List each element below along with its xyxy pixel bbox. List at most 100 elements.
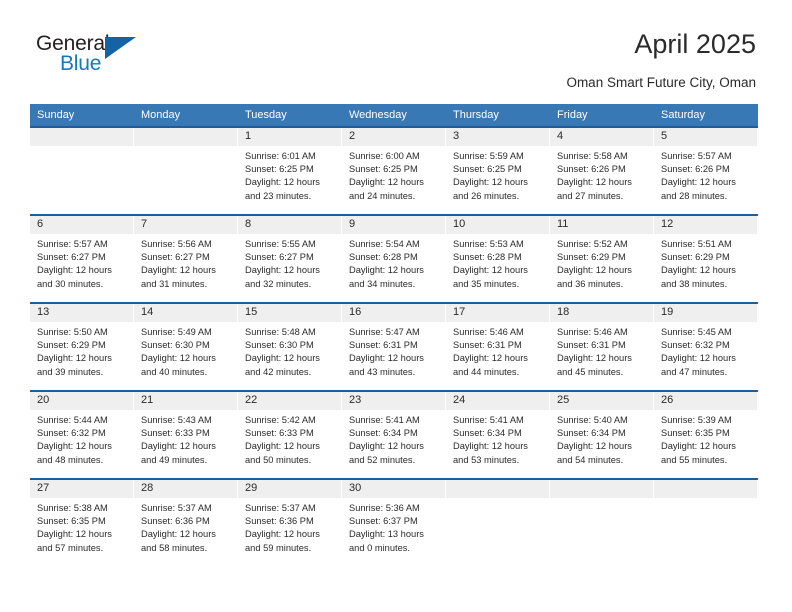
sunset-time: Sunset: 6:31 PM bbox=[349, 340, 418, 351]
weekday-header-saturday: Saturday bbox=[661, 109, 706, 121]
daylight-duration-line1: Daylight: 12 hours bbox=[37, 353, 112, 364]
sunset-time: Sunset: 6:26 PM bbox=[557, 164, 626, 175]
daylight-duration-line1: Daylight: 12 hours bbox=[349, 353, 424, 364]
sunrise-time: Sunrise: 5:49 AM bbox=[141, 327, 212, 337]
day-number: 30 bbox=[342, 480, 445, 498]
calendar-day-cell[interactable]: 14 Sunrise: 5:49 AM Sunset: 6:30 PM Dayligh… bbox=[134, 304, 238, 390]
sunset-time: Sunset: 6:37 PM bbox=[349, 516, 418, 527]
sunset-time: Sunset: 6:34 PM bbox=[453, 428, 522, 439]
daylight-duration-line2: and 49 minutes. bbox=[141, 454, 208, 465]
calendar-day-cell[interactable]: 20 Sunrise: 5:44 AM Sunset: 6:32 PM Dayligh… bbox=[30, 392, 134, 478]
calendar-week-row: 13 Sunrise: 5:50 AM Sunset: 6:29 PM Dayligh… bbox=[30, 302, 758, 390]
calendar-day-cell[interactable]: 5 Sunrise: 5:57 AM Sunset: 6:26 PM Daylight… bbox=[654, 128, 758, 214]
sunset-time: Sunset: 6:26 PM bbox=[661, 164, 730, 175]
sun-info: Sunrise: 5:53 AM Sunset: 6:28 PM Daylight:… bbox=[446, 234, 549, 291]
day-number: 7 bbox=[134, 216, 237, 234]
day-number: 11 bbox=[550, 216, 653, 234]
calendar-week-row: 27 Sunrise: 5:38 AM Sunset: 6:35 PM Dayligh… bbox=[30, 478, 758, 570]
day-number: 2 bbox=[342, 128, 445, 146]
calendar-day-cell[interactable]: 3 Sunrise: 5:59 AM Sunset: 6:25 PM Daylight… bbox=[446, 128, 550, 214]
calendar-day-cell[interactable]: 26 Sunrise: 5:39 AM Sunset: 6:35 PM Dayligh… bbox=[654, 392, 758, 478]
calendar-day-cell[interactable]: 18 Sunrise: 5:46 AM Sunset: 6:31 PM Dayligh… bbox=[550, 304, 654, 390]
sun-info: Sunrise: 5:54 AM Sunset: 6:28 PM Daylight:… bbox=[342, 234, 445, 291]
calendar-day-cell[interactable]: 27 Sunrise: 5:38 AM Sunset: 6:35 PM Dayligh… bbox=[30, 480, 134, 570]
calendar-day-cell[interactable]: 10 Sunrise: 5:53 AM Sunset: 6:28 PM Dayligh… bbox=[446, 216, 550, 302]
calendar-day-cell[interactable]: 19 Sunrise: 5:45 AM Sunset: 6:32 PM Dayligh… bbox=[654, 304, 758, 390]
day-number: 8 bbox=[238, 216, 341, 234]
day-number: 18 bbox=[550, 304, 653, 322]
calendar-day-cell[interactable]: 29 Sunrise: 5:37 AM Sunset: 6:36 PM Dayligh… bbox=[238, 480, 342, 570]
sunrise-time: Sunrise: 5:42 AM bbox=[245, 415, 316, 425]
sunrise-time: Sunrise: 5:43 AM bbox=[141, 415, 212, 425]
sun-info: Sunrise: 5:44 AM Sunset: 6:32 PM Daylight:… bbox=[30, 410, 133, 467]
calendar-day-cell[interactable]: 28 Sunrise: 5:37 AM Sunset: 6:36 PM Dayligh… bbox=[134, 480, 238, 570]
weekday-header-row: Sunday Monday Tuesday Wednesday Thursday… bbox=[30, 104, 758, 126]
daylight-duration-line1: Daylight: 12 hours bbox=[349, 441, 424, 452]
sun-info: Sunrise: 5:37 AM Sunset: 6:36 PM Daylight:… bbox=[238, 498, 341, 555]
sunset-time: Sunset: 6:30 PM bbox=[245, 340, 314, 351]
calendar-day-cell[interactable]: 30 Sunrise: 5:36 AM Sunset: 6:37 PM Dayligh… bbox=[342, 480, 446, 570]
daylight-duration-line1: Daylight: 12 hours bbox=[661, 265, 736, 276]
sunset-time: Sunset: 6:33 PM bbox=[141, 428, 210, 439]
daylight-duration-line1: Daylight: 12 hours bbox=[349, 265, 424, 276]
sun-info: Sunrise: 5:46 AM Sunset: 6:31 PM Daylight:… bbox=[550, 322, 653, 379]
calendar-day-cell[interactable]: 11 Sunrise: 5:52 AM Sunset: 6:29 PM Dayligh… bbox=[550, 216, 654, 302]
day-number: 28 bbox=[134, 480, 237, 498]
sunrise-time: Sunrise: 6:00 AM bbox=[349, 151, 420, 161]
daylight-duration-line1: Daylight: 12 hours bbox=[557, 353, 632, 364]
daylight-duration-line2: and 57 minutes. bbox=[37, 542, 104, 553]
sun-info: Sunrise: 5:59 AM Sunset: 6:25 PM Daylight:… bbox=[446, 146, 549, 203]
sunrise-time: Sunrise: 5:54 AM bbox=[349, 239, 420, 249]
calendar-day-cell[interactable]: 6 Sunrise: 5:57 AM Sunset: 6:27 PM Daylight… bbox=[30, 216, 134, 302]
calendar-day-cell[interactable]: 25 Sunrise: 5:40 AM Sunset: 6:34 PM Dayligh… bbox=[550, 392, 654, 478]
day-number: 19 bbox=[654, 304, 757, 322]
sunrise-time: Sunrise: 5:37 AM bbox=[141, 503, 212, 513]
sunrise-time: Sunrise: 5:56 AM bbox=[141, 239, 212, 249]
sun-info: Sunrise: 5:40 AM Sunset: 6:34 PM Daylight:… bbox=[550, 410, 653, 467]
calendar-day-cell[interactable]: 15 Sunrise: 5:48 AM Sunset: 6:30 PM Dayligh… bbox=[238, 304, 342, 390]
daylight-duration-line2: and 23 minutes. bbox=[245, 190, 312, 201]
daylight-duration-line1: Daylight: 12 hours bbox=[661, 177, 736, 188]
calendar-day-cell-empty bbox=[134, 128, 238, 214]
day-number: 5 bbox=[654, 128, 757, 146]
calendar-day-cell[interactable]: 1 Sunrise: 6:01 AM Sunset: 6:25 PM Daylight… bbox=[238, 128, 342, 214]
calendar-day-cell[interactable]: 9 Sunrise: 5:54 AM Sunset: 6:28 PM Daylight… bbox=[342, 216, 446, 302]
calendar-day-cell[interactable]: 22 Sunrise: 5:42 AM Sunset: 6:33 PM Dayligh… bbox=[238, 392, 342, 478]
sun-info: Sunrise: 5:48 AM Sunset: 6:30 PM Daylight:… bbox=[238, 322, 341, 379]
sunrise-time: Sunrise: 5:58 AM bbox=[557, 151, 628, 161]
day-number: 4 bbox=[550, 128, 653, 146]
calendar-day-cell[interactable]: 24 Sunrise: 5:41 AM Sunset: 6:34 PM Dayligh… bbox=[446, 392, 550, 478]
daylight-duration-line2: and 24 minutes. bbox=[349, 190, 416, 201]
daylight-duration-line2: and 30 minutes. bbox=[37, 278, 104, 289]
day-number: 29 bbox=[238, 480, 341, 498]
calendar-day-cell[interactable]: 8 Sunrise: 5:55 AM Sunset: 6:27 PM Daylight… bbox=[238, 216, 342, 302]
sunrise-time: Sunrise: 5:48 AM bbox=[245, 327, 316, 337]
daylight-duration-line1: Daylight: 12 hours bbox=[141, 353, 216, 364]
calendar-day-cell[interactable]: 4 Sunrise: 5:58 AM Sunset: 6:26 PM Daylight… bbox=[550, 128, 654, 214]
sun-info: Sunrise: 5:38 AM Sunset: 6:35 PM Daylight:… bbox=[30, 498, 133, 555]
sunrise-time: Sunrise: 5:44 AM bbox=[37, 415, 108, 425]
sunset-time: Sunset: 6:25 PM bbox=[245, 164, 314, 175]
daylight-duration-line1: Daylight: 12 hours bbox=[141, 265, 216, 276]
day-number: 16 bbox=[342, 304, 445, 322]
sunset-time: Sunset: 6:36 PM bbox=[141, 516, 210, 527]
sun-info: Sunrise: 5:42 AM Sunset: 6:33 PM Daylight:… bbox=[238, 410, 341, 467]
calendar-day-cell[interactable]: 2 Sunrise: 6:00 AM Sunset: 6:25 PM Daylight… bbox=[342, 128, 446, 214]
page-title: April 2025 bbox=[634, 29, 756, 59]
sunrise-time: Sunrise: 5:38 AM bbox=[37, 503, 108, 513]
calendar-day-cell[interactable]: 16 Sunrise: 5:47 AM Sunset: 6:31 PM Dayligh… bbox=[342, 304, 446, 390]
daylight-duration-line1: Daylight: 12 hours bbox=[453, 353, 528, 364]
calendar-day-cell[interactable]: 21 Sunrise: 5:43 AM Sunset: 6:33 PM Dayligh… bbox=[134, 392, 238, 478]
calendar-day-cell[interactable]: 23 Sunrise: 5:41 AM Sunset: 6:34 PM Dayligh… bbox=[342, 392, 446, 478]
daylight-duration-line2: and 45 minutes. bbox=[557, 366, 624, 377]
calendar-day-cell[interactable]: 12 Sunrise: 5:51 AM Sunset: 6:29 PM Dayligh… bbox=[654, 216, 758, 302]
sunset-time: Sunset: 6:25 PM bbox=[453, 164, 522, 175]
calendar-day-cell[interactable]: 17 Sunrise: 5:46 AM Sunset: 6:31 PM Dayligh… bbox=[446, 304, 550, 390]
day-number: 17 bbox=[446, 304, 549, 322]
calendar-day-cell[interactable]: 7 Sunrise: 5:56 AM Sunset: 6:27 PM Daylight… bbox=[134, 216, 238, 302]
calendar-day-cell[interactable]: 13 Sunrise: 5:50 AM Sunset: 6:29 PM Dayligh… bbox=[30, 304, 134, 390]
sunrise-time: Sunrise: 5:51 AM bbox=[661, 239, 732, 249]
daylight-duration-line2: and 36 minutes. bbox=[557, 278, 624, 289]
sun-info: Sunrise: 5:43 AM Sunset: 6:33 PM Daylight:… bbox=[134, 410, 237, 467]
sun-info: Sunrise: 5:58 AM Sunset: 6:26 PM Daylight:… bbox=[550, 146, 653, 203]
